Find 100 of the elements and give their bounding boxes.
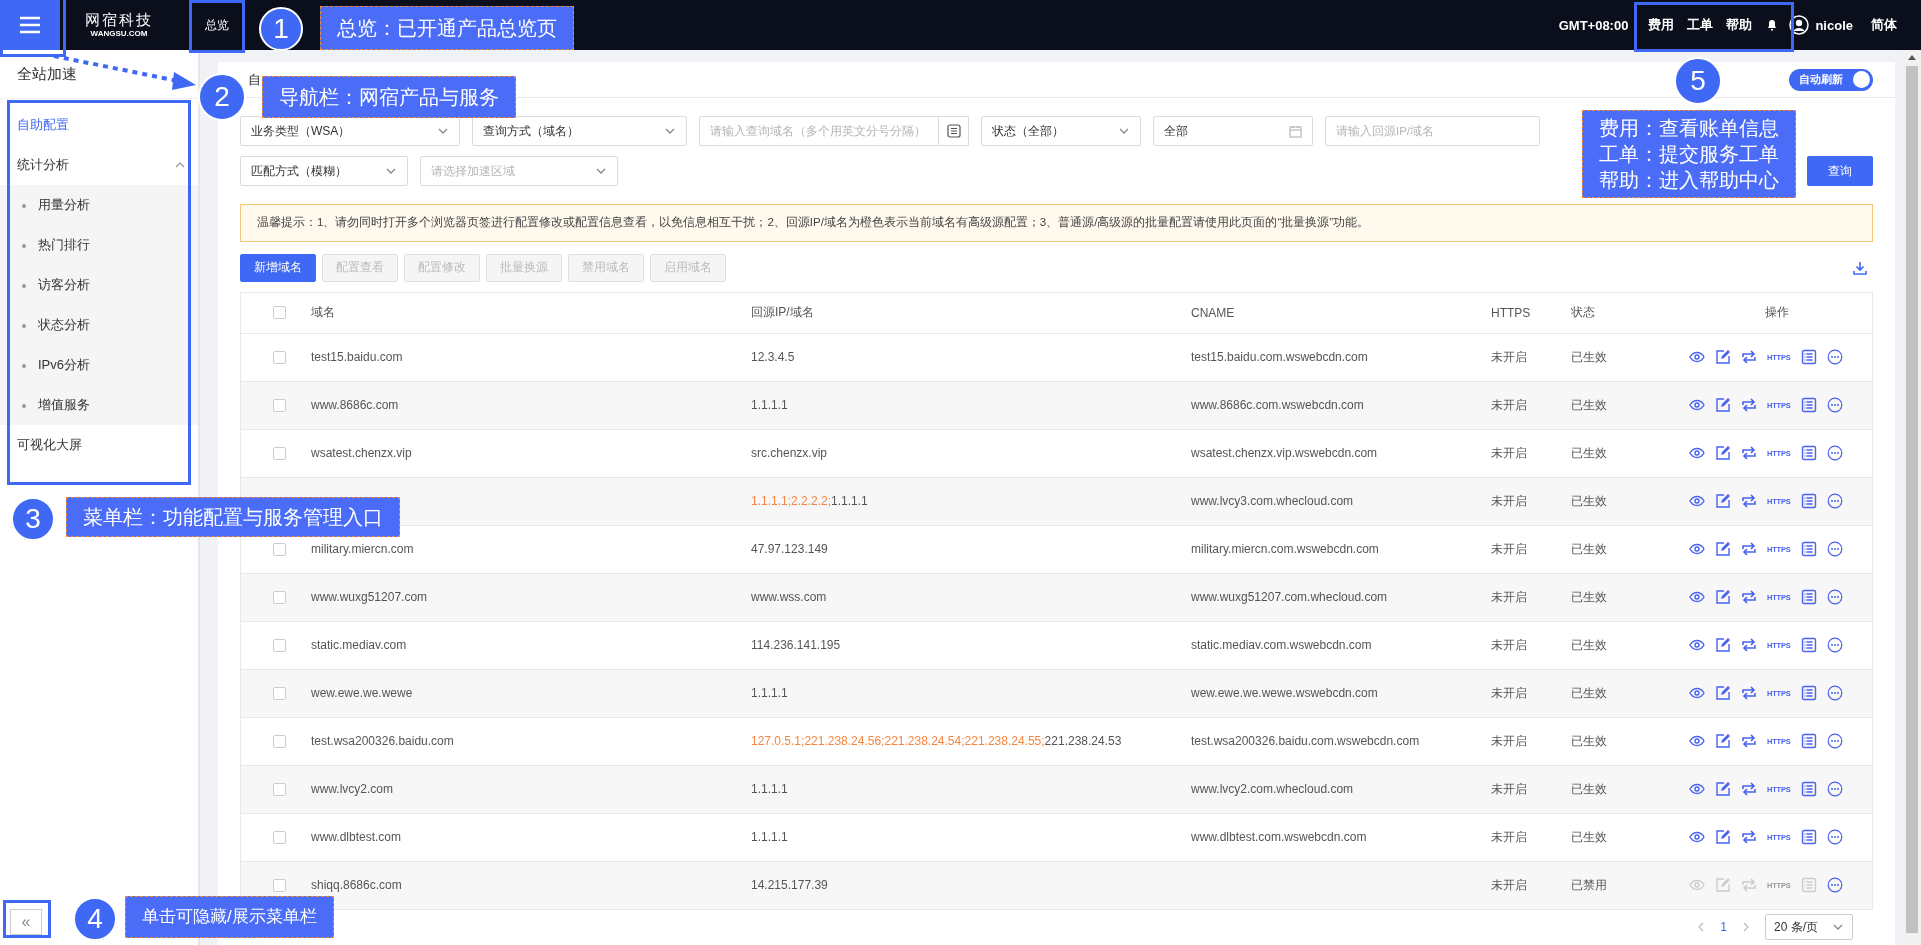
swap-icon[interactable]	[1741, 397, 1757, 414]
language-link[interactable]: 简体	[1871, 16, 1897, 34]
list-icon[interactable]	[1800, 397, 1817, 414]
swap-icon[interactable]	[1741, 589, 1757, 606]
menu-item[interactable]: 自助配置	[0, 105, 198, 145]
timezone-label: GMT+08:00	[1558, 17, 1629, 33]
table-cell-text: test.wsa200326.baidu.com	[311, 734, 455, 749]
swap-icon[interactable]	[1741, 733, 1757, 750]
edit-icon[interactable]	[1715, 733, 1731, 750]
table-cell-text: www.lvcy2.com	[311, 782, 394, 797]
swap-icon[interactable]	[1741, 829, 1757, 846]
column-header: HTTPS	[1491, 305, 1532, 320]
scroll-up-icon[interactable]	[1908, 54, 1916, 60]
list-icon[interactable]	[1800, 637, 1817, 654]
checkbox[interactable]	[272, 398, 286, 412]
checkbox[interactable]	[272, 590, 286, 604]
nav-link[interactable]: 工单	[1687, 16, 1714, 34]
list-icon[interactable]	[1800, 829, 1817, 846]
search-button[interactable]: 查询	[1807, 156, 1873, 187]
submenu-item[interactable]: 增值服务	[0, 385, 198, 425]
list-icon[interactable]	[945, 123, 962, 140]
table-cell-text: 114.236.141.195	[751, 638, 842, 653]
list-icon[interactable]	[1800, 493, 1817, 510]
download-icon[interactable]	[1853, 260, 1867, 275]
table-cell-text: 已生效	[1571, 732, 1608, 750]
checkbox[interactable]	[272, 350, 286, 364]
checkbox[interactable]	[272, 830, 286, 844]
column-header: 域名	[311, 304, 336, 322]
more-icon[interactable]	[1826, 493, 1843, 510]
callout-text: 费用：查看账单信息	[1599, 116, 1779, 141]
date-field[interactable]: 全部	[1153, 116, 1313, 147]
swap-icon[interactable]	[1741, 445, 1757, 462]
more-icon[interactable]	[1826, 349, 1843, 366]
edit-icon[interactable]	[1715, 397, 1731, 414]
nav-link[interactable]: 帮助	[1726, 16, 1753, 34]
checkbox[interactable]	[272, 542, 286, 556]
edit-icon[interactable]	[1715, 637, 1731, 654]
edit-icon[interactable]	[1715, 349, 1731, 366]
nav-link[interactable]: 费用	[1648, 16, 1675, 34]
more-icon[interactable]	[1826, 637, 1843, 654]
more-icon[interactable]	[1826, 589, 1843, 606]
more-icon[interactable]	[1826, 541, 1843, 558]
menu-button[interactable]	[0, 0, 60, 50]
swap-icon[interactable]	[1741, 685, 1757, 702]
table-cell-text: test.wsa200326.baidu.com.wswebcdn.com	[1191, 734, 1421, 749]
table-cell-text: 1.1.1.1	[751, 830, 789, 845]
callout-text: 帮助：进入帮助中心	[1599, 168, 1779, 193]
bell-icon[interactable]	[1767, 19, 1778, 31]
checkbox[interactable]	[272, 638, 286, 652]
checkbox[interactable]	[272, 782, 286, 796]
swap-icon[interactable]	[1741, 493, 1757, 510]
edit-icon[interactable]	[1715, 685, 1731, 702]
auto-refresh-toggle[interactable]: 自动刷新	[1789, 68, 1873, 91]
edit-icon[interactable]	[1715, 493, 1731, 510]
menu-item[interactable]: 统计分析	[0, 145, 198, 185]
checkbox[interactable]	[272, 686, 286, 700]
action-button[interactable]: 新增域名	[240, 253, 316, 282]
edit-icon[interactable]	[1715, 541, 1731, 558]
more-icon[interactable]	[1826, 733, 1843, 750]
edit-icon[interactable]	[1715, 445, 1731, 462]
list-icon[interactable]	[1800, 589, 1817, 606]
menu-item[interactable]: 可视化大屏	[0, 425, 198, 465]
submenu-item[interactable]: IPv6分析	[0, 345, 198, 385]
submenu-item[interactable]: 用量分析	[0, 185, 198, 225]
page-size-select[interactable]: 20 条/页	[1765, 914, 1853, 941]
collapse-button[interactable]: «	[10, 909, 42, 935]
swap-icon[interactable]	[1741, 637, 1757, 654]
callout-text: 总览：已开通产品总览页	[337, 16, 557, 41]
edit-icon[interactable]	[1715, 589, 1731, 606]
list-icon[interactable]	[1800, 685, 1817, 702]
checkbox[interactable]	[272, 306, 286, 320]
more-icon[interactable]	[1826, 445, 1843, 462]
avatar-icon[interactable]	[1789, 15, 1810, 35]
swap-icon[interactable]	[1741, 781, 1757, 798]
list-icon[interactable]	[1800, 781, 1817, 798]
more-icon[interactable]	[1826, 397, 1843, 414]
select-field[interactable]: 状态（全部）	[981, 116, 1141, 147]
overview-link[interactable]: 总览	[205, 16, 229, 34]
list-icon[interactable]	[1800, 733, 1817, 750]
swap-icon[interactable]	[1741, 541, 1757, 558]
submenu-item[interactable]: 热门排行	[0, 225, 198, 265]
checkbox[interactable]	[272, 446, 286, 460]
swap-icon[interactable]	[1741, 349, 1757, 366]
list-icon[interactable]	[1800, 349, 1817, 366]
page-number[interactable]: 1	[1720, 920, 1727, 935]
submenu-item[interactable]: 访客分析	[0, 265, 198, 305]
more-icon[interactable]	[1826, 781, 1843, 798]
table-cell-text: 14.215.177.39	[751, 878, 829, 893]
user-name[interactable]: nicole	[1815, 17, 1853, 33]
edit-icon[interactable]	[1715, 781, 1731, 798]
submenu-item[interactable]: 状态分析	[0, 305, 198, 345]
list-icon[interactable]	[1800, 541, 1817, 558]
checkbox[interactable]	[272, 878, 286, 892]
more-icon[interactable]	[1826, 829, 1843, 846]
select-field[interactable]: 匹配方式（模糊）	[240, 156, 408, 187]
list-icon[interactable]	[1800, 445, 1817, 462]
more-icon[interactable]	[1826, 685, 1843, 702]
table-cell-text: 已生效	[1571, 396, 1608, 414]
checkbox[interactable]	[272, 734, 286, 748]
edit-icon[interactable]	[1715, 829, 1731, 846]
